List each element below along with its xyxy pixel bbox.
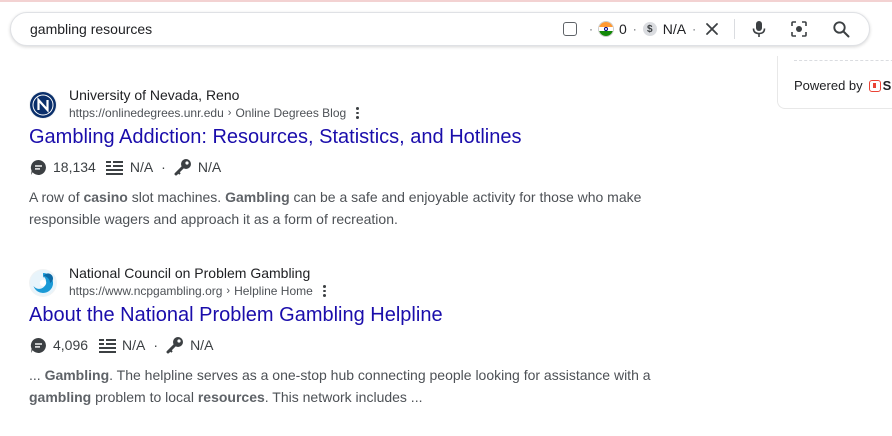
ext-value: N/A [662, 21, 687, 37]
key-icon [166, 336, 184, 354]
comment-icon [29, 158, 47, 176]
separator-dot: · [589, 22, 593, 36]
dashed-divider [794, 60, 892, 61]
list-value: N/A [129, 159, 154, 175]
search-icon[interactable] [831, 19, 851, 39]
result-title-link[interactable]: Gambling Addiction: Resources, Statistic… [29, 124, 669, 150]
snippet-text: . The helpline serves as a one-stop hub … [109, 367, 651, 383]
camera-search-icon[interactable] [789, 19, 809, 39]
ncpg-logo-icon[interactable] [29, 269, 57, 297]
snippet-highlight: Gambling [225, 189, 290, 205]
search-bar: · 0 · $ N/A · [10, 12, 870, 46]
snippet-text: . This network includes ... [264, 389, 423, 405]
key-icon [174, 158, 192, 176]
result-snippet: A row of casino slot machines. Gambling … [29, 186, 669, 230]
url-domain: https://onlinedegrees.unr.edu [69, 106, 224, 120]
result-title-link[interactable]: About the National Problem Gambling Help… [29, 302, 669, 328]
comment-icon [29, 336, 47, 354]
key-value: N/A [190, 337, 214, 353]
ext-count: 0 [619, 21, 627, 37]
breadcrumb-chevron-icon: › [226, 285, 231, 297]
snippet-highlight: Gambling [44, 367, 110, 383]
result-meta: 4,096 N/A · N/A [29, 336, 669, 354]
site-name[interactable]: University of Nevada, Reno [69, 87, 239, 103]
site-header: National Council on Problem Gambling htt… [29, 265, 669, 302]
powered-by-label: Powered by [794, 78, 863, 93]
key-value: N/A [197, 159, 222, 175]
search-result: University of Nevada, Reno https://onlin… [29, 87, 669, 230]
site-url[interactable]: https://www.ncpgambling.org › Helpline H… [69, 284, 326, 298]
top-accent-line [0, 0, 892, 2]
breadcrumb-chevron-icon: › [227, 107, 232, 119]
list-icon [98, 336, 116, 354]
list-value: N/A [122, 337, 146, 353]
brand-text: S [882, 78, 892, 93]
separator-dot: · [161, 159, 166, 175]
list-icon [106, 158, 124, 176]
comment-count: 18,134 [53, 159, 96, 175]
snippet-highlight: resources [197, 389, 265, 405]
more-vert-icon[interactable] [322, 284, 326, 298]
comment-count: 4,096 [53, 337, 89, 353]
divider [734, 19, 736, 39]
separator-dot: · [153, 337, 159, 353]
site-header: University of Nevada, Reno https://onlin… [29, 87, 669, 124]
dollar-icon: $ [642, 22, 657, 36]
separator-dot: · [632, 22, 637, 36]
snippet-highlight: casino [83, 189, 128, 205]
snippet-text: problem to local [91, 389, 198, 405]
snippet-highlight: gambling [29, 389, 92, 405]
knowledge-panel-snippet: Powered by S [777, 56, 892, 109]
snippet-text: ... [29, 367, 45, 383]
microphone-icon[interactable] [749, 19, 769, 39]
url-domain: https://www.ncpgambling.org [69, 284, 223, 298]
search-result: National Council on Problem Gambling htt… [29, 265, 669, 408]
brand-logo-icon [868, 79, 881, 92]
result-snippet: ... Gambling. The helpline serves as a o… [29, 364, 669, 408]
snippet-text: slot machines. [127, 189, 226, 205]
more-vert-icon[interactable] [356, 106, 360, 120]
search-input[interactable] [30, 20, 550, 38]
separator-dot: · [692, 22, 697, 36]
site-name[interactable]: National Council on Problem Gambling [69, 265, 310, 281]
site-url[interactable]: https://onlinedegrees.unr.edu › Online D… [69, 106, 360, 120]
url-breadcrumb: Online Degrees Blog [235, 106, 347, 120]
close-icon[interactable] [704, 21, 720, 37]
checkbox-icon[interactable] [563, 22, 577, 36]
snippet-text: A row of [29, 189, 84, 205]
india-flag-icon [599, 22, 613, 36]
url-breadcrumb: Helpline Home [234, 284, 313, 298]
powered-by: Powered by S [794, 78, 891, 93]
result-meta: 18,134 N/A · N/A [29, 158, 669, 176]
unr-logo-icon[interactable] [29, 91, 57, 119]
search-tools: · 0 · $ N/A · [563, 13, 851, 45]
